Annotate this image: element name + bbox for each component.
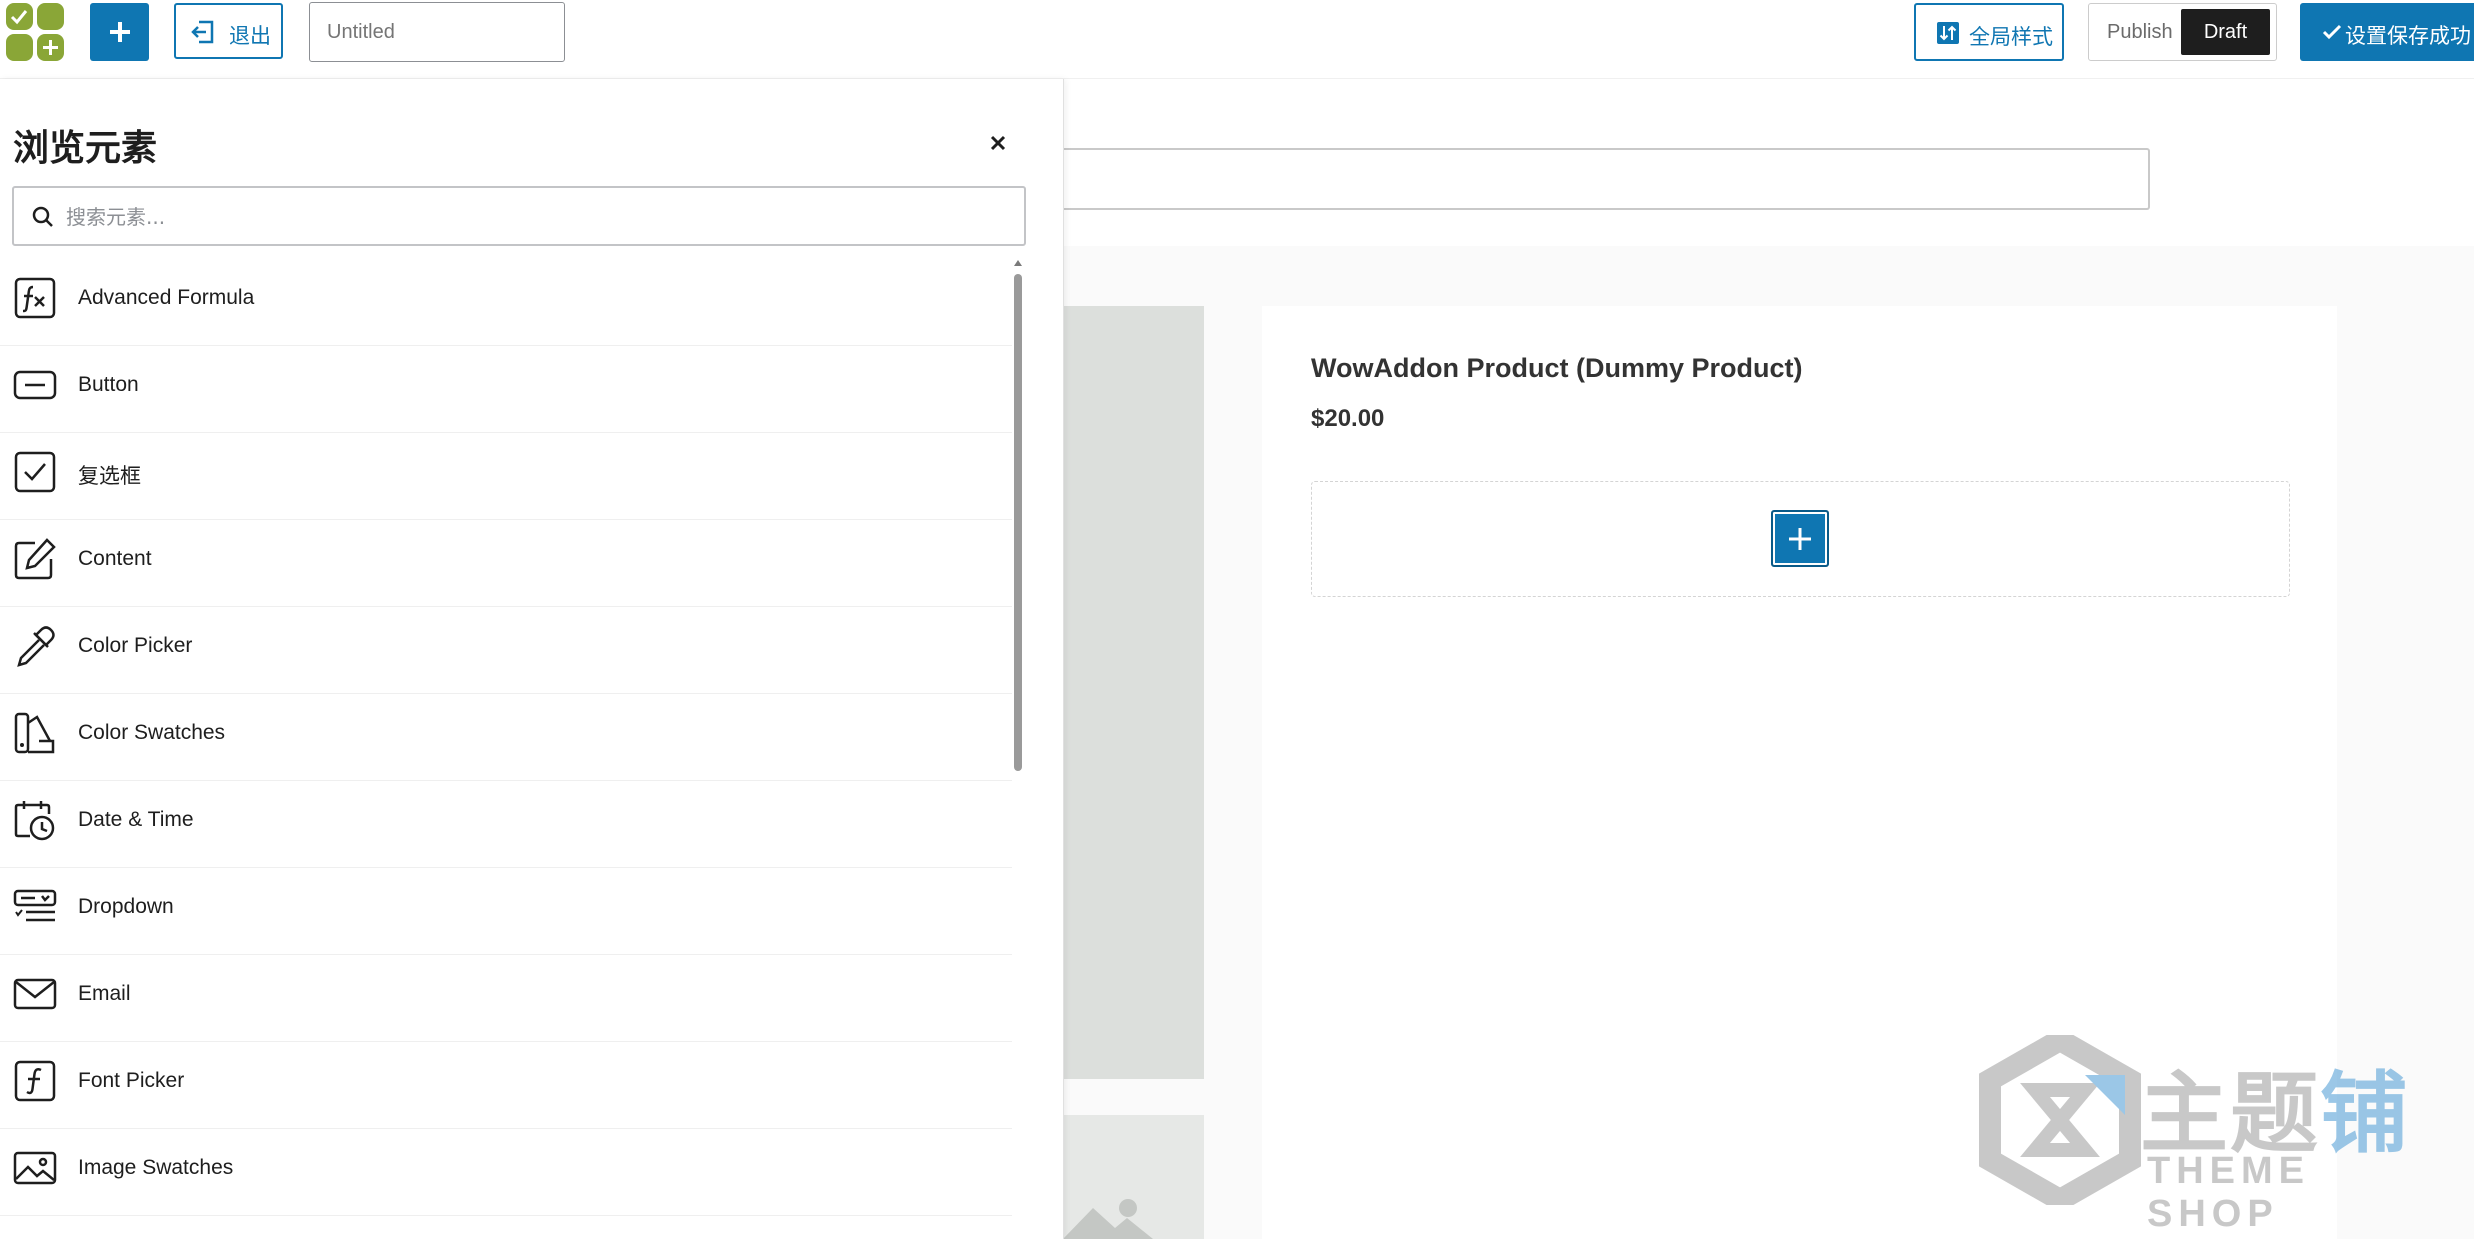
global-style-label: 全局样式: [1969, 26, 2053, 49]
theme-shop-watermark: 主题铺 THEME SHOP: [1975, 1035, 2455, 1235]
element-list-scrollbar[interactable]: [1011, 259, 1025, 1239]
exit-icon: [191, 20, 214, 44]
scrollbar-thumb[interactable]: [1014, 274, 1022, 771]
form-title-input[interactable]: [309, 2, 565, 62]
element-item-label: Font Picker: [78, 1069, 185, 1092]
calendar-clock-icon: [14, 801, 55, 841]
panel-title: 浏览元素: [13, 128, 158, 169]
dropdown-icon: [13, 889, 57, 922]
global-style-button[interactable]: 全局样式: [1914, 3, 2064, 61]
font-icon: [14, 1060, 56, 1102]
check-icon: [2322, 24, 2342, 40]
image-placeholder-icon: [1063, 1199, 1153, 1239]
draft-option[interactable]: Draft: [2181, 9, 2270, 55]
product-thumbnail-placeholder: [1063, 1115, 1204, 1239]
element-item-label: Image Swatches: [78, 1156, 234, 1179]
plus-icon: [110, 22, 130, 42]
product-image-placeholder: [1063, 306, 1204, 1079]
canvas-title-field[interactable]: [1063, 148, 2150, 210]
element-item-color-picker[interactable]: Color Picker: [0, 607, 1012, 694]
element-item-label: Button: [78, 373, 139, 396]
watermark-en-text: THEME SHOP: [2147, 1150, 2310, 1235]
save-button-label: 设置保存成功: [2345, 25, 2471, 48]
element-item-date-time[interactable]: Date & Time: [0, 781, 1012, 868]
element-item-font-picker[interactable]: Font Picker: [0, 1042, 1012, 1129]
app-logo[interactable]: [6, 3, 65, 61]
element-item-label: Color Picker: [78, 634, 193, 657]
product-price: $20.00: [1311, 405, 1385, 432]
add-element-button[interactable]: [90, 3, 149, 61]
element-item-image-swatches[interactable]: Image Swatches: [0, 1129, 1012, 1216]
element-drop-zone[interactable]: [1311, 481, 2290, 597]
exit-button-label: 退出: [229, 25, 271, 48]
exit-button[interactable]: 退出: [174, 3, 283, 59]
top-toolbar: 退出 全局样式 Publish Draft 设置保存成功: [0, 0, 2474, 79]
element-item-label: Dropdown: [78, 895, 174, 918]
element-search-input[interactable]: [64, 196, 1008, 238]
element-item-content[interactable]: Content: [0, 520, 1012, 607]
product-title: WowAddon Product (Dummy Product): [1311, 353, 1803, 383]
element-item-label: Email: [78, 982, 131, 1005]
element-item-label: Date & Time: [78, 808, 194, 831]
browse-elements-panel: 浏览元素 Advanced Formula: [0, 79, 1064, 1239]
swatches-icon: [14, 712, 55, 754]
element-list: Advanced Formula Button 复选框 Content Colo…: [0, 259, 1012, 1239]
button-icon: [13, 370, 57, 400]
element-item-label: 复选框: [78, 465, 141, 488]
search-icon: [32, 206, 53, 227]
plus-icon: [1789, 528, 1811, 550]
image-icon: [13, 1151, 57, 1185]
insert-element-button[interactable]: [1771, 510, 1829, 567]
publish-status-toggle: Publish Draft: [2088, 3, 2277, 61]
scroll-up-icon[interactable]: [1013, 259, 1023, 267]
edit-icon: [14, 538, 56, 580]
element-item-checkbox[interactable]: 复选框: [0, 433, 1012, 520]
element-item-label: Content: [78, 547, 152, 570]
element-item-advanced-formula[interactable]: Advanced Formula: [0, 259, 1012, 346]
publish-option[interactable]: Publish: [2107, 21, 2173, 44]
element-item-dropdown[interactable]: Dropdown: [0, 868, 1012, 955]
checkbox-icon: [14, 451, 56, 493]
eyedropper-icon: [17, 626, 55, 667]
element-item-email[interactable]: Email: [0, 955, 1012, 1042]
element-search-box: [12, 186, 1026, 246]
formula-icon: [14, 277, 56, 319]
element-item-label: Advanced Formula: [78, 286, 255, 309]
save-button[interactable]: 设置保存成功: [2300, 3, 2474, 61]
email-icon: [13, 978, 57, 1010]
element-item-color-swatches[interactable]: Color Swatches: [0, 694, 1012, 781]
close-icon[interactable]: [984, 129, 1012, 157]
element-item-button[interactable]: Button: [0, 346, 1012, 433]
element-item-label: Color Swatches: [78, 721, 226, 744]
sort-icon: [1937, 22, 1959, 44]
